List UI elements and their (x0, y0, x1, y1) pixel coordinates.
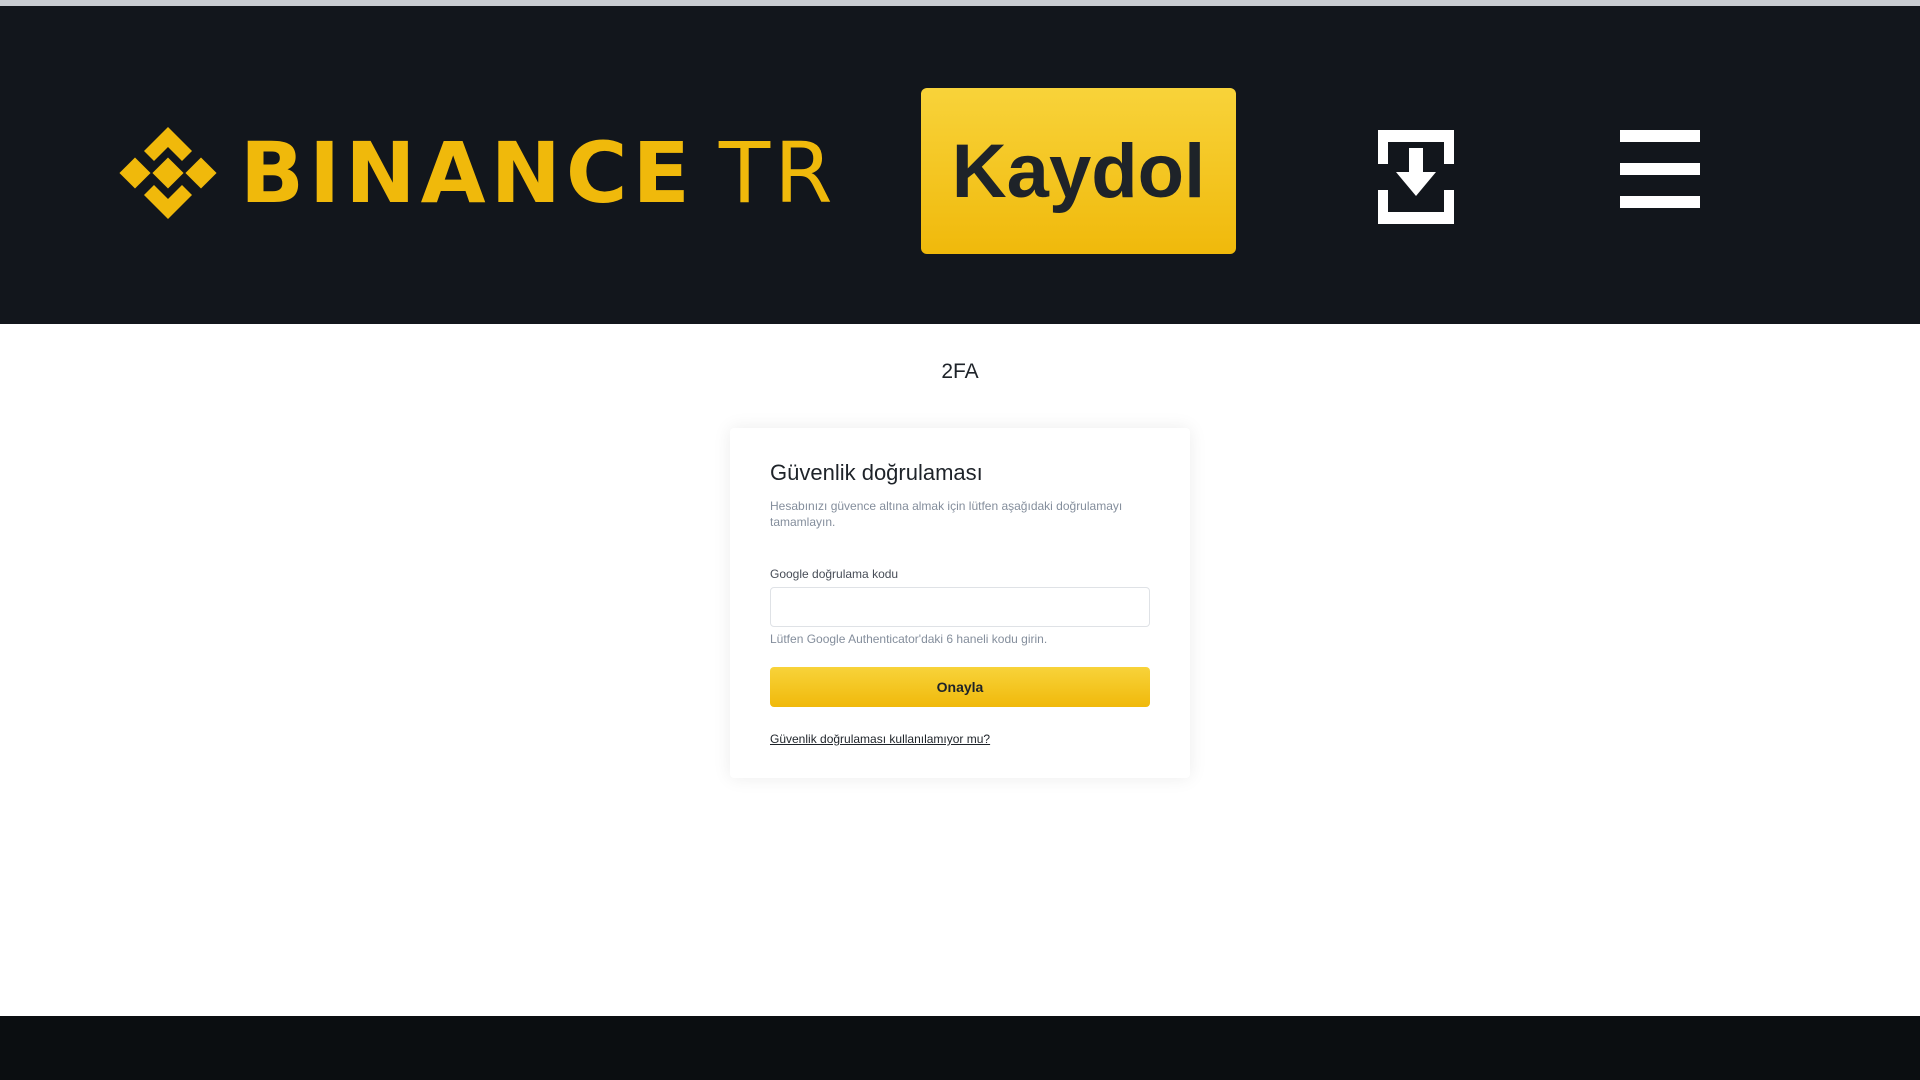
logo-brand-text: BINANCE (240, 124, 695, 222)
download-button[interactable] (1378, 130, 1454, 224)
confirm-button[interactable]: Onayla (770, 667, 1150, 707)
site-header: BINANCE TR Kaydol (0, 6, 1920, 324)
card-description: Hesabınızı güvence altına almak için lüt… (770, 499, 1123, 529)
google-code-hint: Lütfen Google Authenticator'daki 6 hanel… (770, 632, 1048, 646)
security-verification-card: Güvenlik doğrulaması Hesabınızı güvence … (730, 428, 1190, 778)
google-code-label: Google doğrulama kodu (770, 567, 899, 581)
verification-unavailable-link[interactable]: Güvenlik doğrulaması kullanılamıyor mu? (770, 732, 990, 746)
hamburger-menu-icon (1620, 130, 1700, 208)
page-title: 2FA (941, 360, 979, 383)
binance-diamond-logo-icon (119, 127, 217, 219)
signup-button[interactable]: Kaydol (921, 88, 1236, 254)
binance-tr-logo[interactable]: BINANCE TR (116, 118, 837, 228)
google-code-input[interactable] (770, 587, 1150, 627)
logo-suffix-text: TR (718, 124, 837, 222)
page-footer (0, 1016, 1920, 1080)
download-icon (1378, 130, 1454, 224)
card-title: Güvenlik doğrulaması (770, 460, 983, 485)
menu-button[interactable] (1620, 126, 1700, 216)
